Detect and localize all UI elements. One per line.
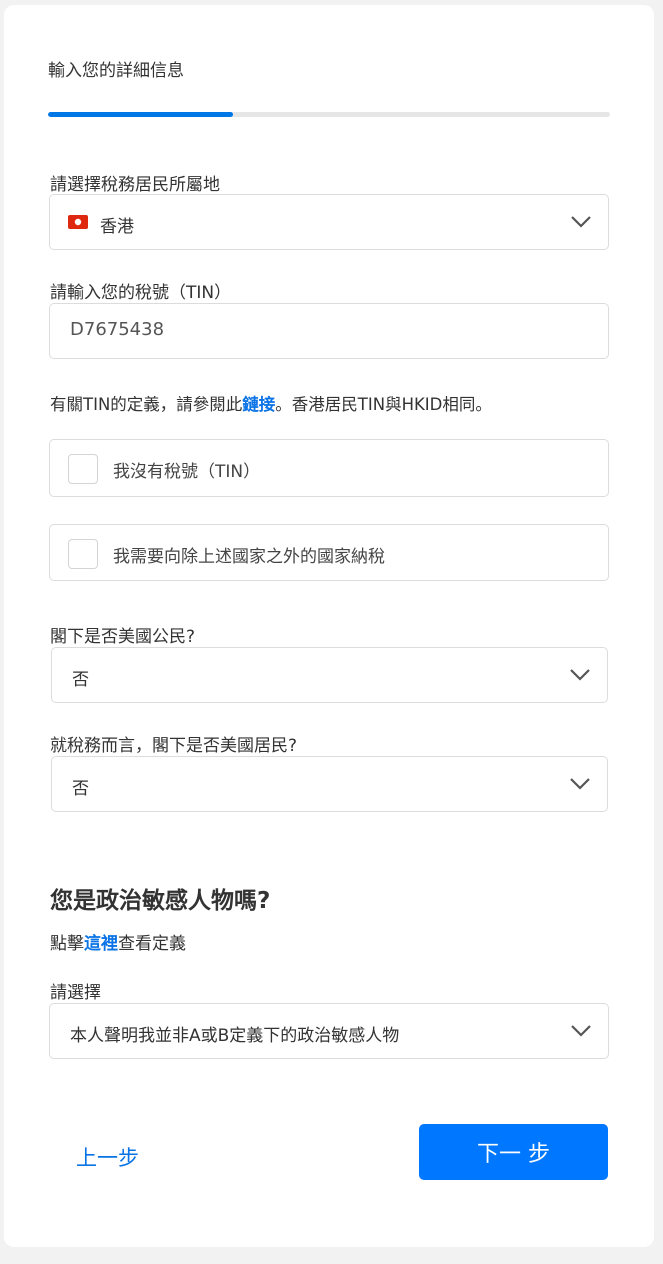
pep-select-label: 請選擇 [50,983,101,1003]
pep-sub-prefix: 點擊 [50,934,84,954]
other-country-tax-option[interactable]: 我需要向除上述國家之外的國家納稅 [49,524,609,581]
chevron-down-icon [571,1025,591,1037]
us-citizen-value: 否 [72,670,89,690]
tax-residence-label: 請選擇稅務居民所屬地 [50,175,220,195]
other-country-tax-label: 我需要向除上述國家之外的國家納稅 [113,547,385,567]
tax-residence-value: 香港 [100,217,134,237]
tin-input[interactable]: D7675438 [49,303,609,359]
chevron-down-icon [571,216,591,228]
us-resident-select[interactable]: 否 [51,756,608,812]
progress-bar [48,112,610,117]
us-citizen-select[interactable]: 否 [51,647,608,703]
us-resident-value: 否 [72,779,89,799]
us-resident-label: 就稅務而言，閣下是否美國居民? [50,736,298,756]
hong-kong-flag-icon [68,215,88,229]
pep-subtext: 點擊這裡查看定義 [50,929,186,954]
tin-definition-link[interactable]: 鏈接 [242,395,275,414]
tin-note-suffix: 。香港居民TIN與HKID相同。 [275,395,492,414]
back-button[interactable]: 上一步 [76,1142,139,1172]
no-tin-option[interactable]: 我沒有稅號（TIN） [49,439,609,497]
tin-note-prefix: 有關TIN的定義，請參閱此 [50,395,243,414]
pep-sub-suffix: 查看定義 [118,934,186,954]
pep-select[interactable]: 本人聲明我並非A或B定義下的政治敏感人物 [49,1003,609,1059]
progress-fill [48,112,234,117]
pep-definition-link[interactable]: 這裡 [84,934,118,954]
chevron-down-icon [570,778,590,790]
tin-note: 有關TIN的定義，請參閱此鏈接。香港居民TIN與HKID相同。 [50,391,492,415]
no-tin-checkbox[interactable] [68,454,98,484]
pep-heading: 您是政治敏感人物嗎? [50,888,271,914]
tin-label: 請輸入您的稅號（TIN） [50,283,232,303]
next-button[interactable]: 下一 步 [419,1124,608,1180]
no-tin-label: 我沒有稅號（TIN） [113,462,261,482]
chevron-down-icon [570,669,590,681]
other-country-tax-checkbox[interactable] [68,539,98,569]
pep-value: 本人聲明我並非A或B定義下的政治敏感人物 [70,1026,400,1046]
us-citizen-label: 閣下是否美國公民? [50,627,196,647]
page-title: 輸入您的詳細信息 [48,61,184,81]
tin-input-value: D7675438 [70,319,165,340]
tax-residence-select[interactable]: 香港 [49,194,609,250]
form-card: 輸入您的詳細信息 請選擇稅務居民所屬地 香港 請輸入您的稅號（TIN） D767… [4,5,654,1247]
